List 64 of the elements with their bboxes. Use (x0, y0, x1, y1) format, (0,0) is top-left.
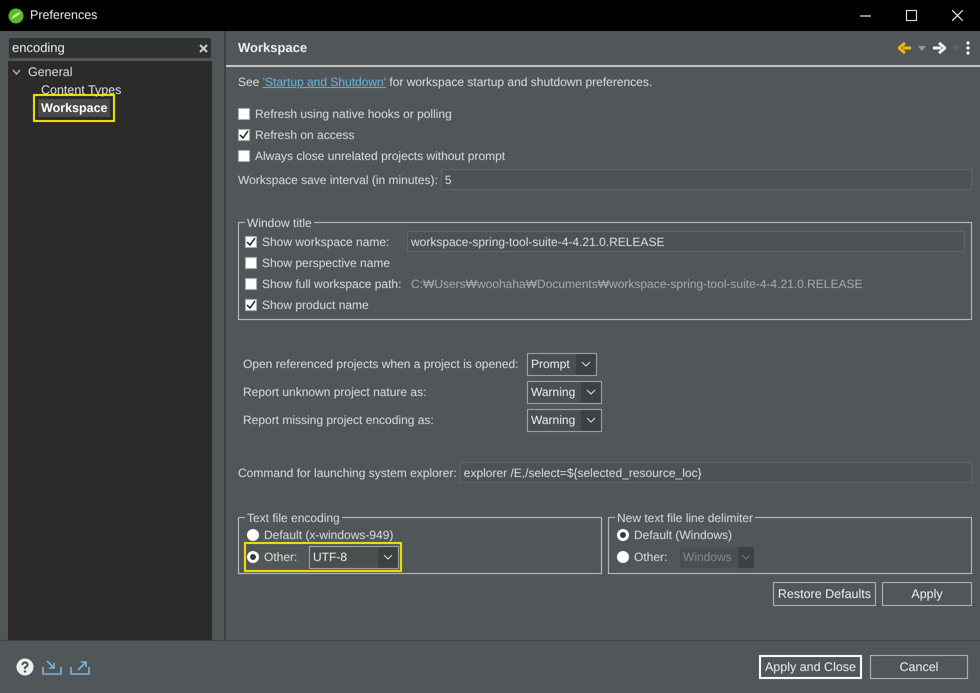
export-icon[interactable] (70, 659, 90, 675)
radio-button[interactable] (617, 551, 629, 563)
back-arrow-icon[interactable] (898, 42, 912, 54)
caret-icon[interactable] (918, 46, 926, 50)
checkbox-label: Show workspace name: (262, 234, 390, 250)
radio-label: Default (Windows) (634, 526, 732, 544)
close-icon[interactable] (952, 10, 962, 21)
dropdown[interactable]: Prompt (527, 352, 597, 376)
checkbox[interactable] (238, 150, 250, 162)
field-label: Report unknown project nature as: (243, 384, 428, 401)
caret-icon (740, 554, 751, 560)
page-title: Workspace (238, 39, 308, 58)
checkbox-label: Show product name (262, 296, 369, 314)
caret-icon (586, 417, 596, 423)
checkbox-label: Show perspective name (262, 254, 390, 272)
description-text: for workspace startup and shutdown preferences. (388, 74, 652, 91)
radio-button[interactable] (247, 528, 259, 540)
radio-button[interactable] (247, 551, 259, 563)
dropdown[interactable]: Warning (527, 408, 602, 432)
dropdown[interactable]: UTF-8 (309, 546, 399, 568)
dropdown[interactable]: Warning (527, 380, 602, 404)
caret-icon (383, 554, 393, 560)
filter-box[interactable]: encoding (8, 37, 212, 59)
forward-arrow-icon[interactable] (932, 42, 946, 54)
maximize-icon[interactable] (906, 10, 916, 21)
radio-label: Other: (264, 549, 298, 566)
filter-field[interactable]: encoding (12, 38, 199, 58)
restore-defaults-button[interactable]: Restore Defaults (772, 582, 876, 606)
workspace-name-field[interactable]: workspace-spring-tool-suite-4-4.21.0.RELEASE (407, 231, 965, 252)
field-label: Report missing project encoding as: (243, 412, 435, 429)
clear-icon[interactable] (199, 44, 208, 52)
tree-item[interactable]: Workspace (38, 98, 110, 118)
menu-icon[interactable] (966, 41, 970, 55)
path-text: C:₩Users₩woohaha₩Documents₩workspace-spring-tool-suite-4-4.21.0.RELEASE (410, 276, 862, 292)
radio-label: Default (x-windows-949) (264, 526, 394, 544)
checkbox[interactable] (245, 236, 257, 248)
apply-button[interactable]: Apply (882, 582, 972, 606)
window-title: Preferences (30, 7, 98, 24)
command-field[interactable]: explorer /E,/select=${selected_resource_loc} (460, 462, 972, 483)
checkbox-label: Refresh using native hooks or polling (255, 106, 452, 122)
description-text: See (238, 74, 260, 91)
radio-label: Other: (634, 549, 668, 566)
checkbox-label: Show full workspace path: (262, 276, 402, 292)
field-label: Command for launching system explorer: (238, 464, 457, 482)
expand-chevron-icon[interactable] (12, 69, 21, 75)
checkbox[interactable] (245, 298, 257, 310)
checkbox[interactable] (238, 108, 250, 120)
help-icon[interactable] (16, 658, 34, 676)
checkbox[interactable] (245, 256, 257, 268)
cancel-button[interactable]: Cancel (870, 655, 968, 679)
field-label: Workspace save interval (in minutes): (238, 172, 438, 188)
checkbox-label: Refresh on access (255, 126, 354, 144)
caret-icon (580, 361, 591, 367)
import-icon[interactable] (42, 659, 62, 675)
radio-button[interactable] (617, 528, 629, 540)
leaf-logo-icon (8, 8, 24, 24)
field-label: Open referenced projects when a project is opened: (243, 356, 520, 373)
caret-icon (586, 389, 596, 395)
checkbox[interactable] (245, 278, 257, 290)
apply-and-close-button[interactable]: Apply and Close (758, 655, 862, 679)
interval-field[interactable]: 5 (440, 169, 972, 190)
checkbox[interactable] (238, 128, 250, 140)
checkbox-label: Always close unrelated projects without prompt (255, 148, 506, 164)
tree-item[interactable]: General (25, 62, 76, 82)
